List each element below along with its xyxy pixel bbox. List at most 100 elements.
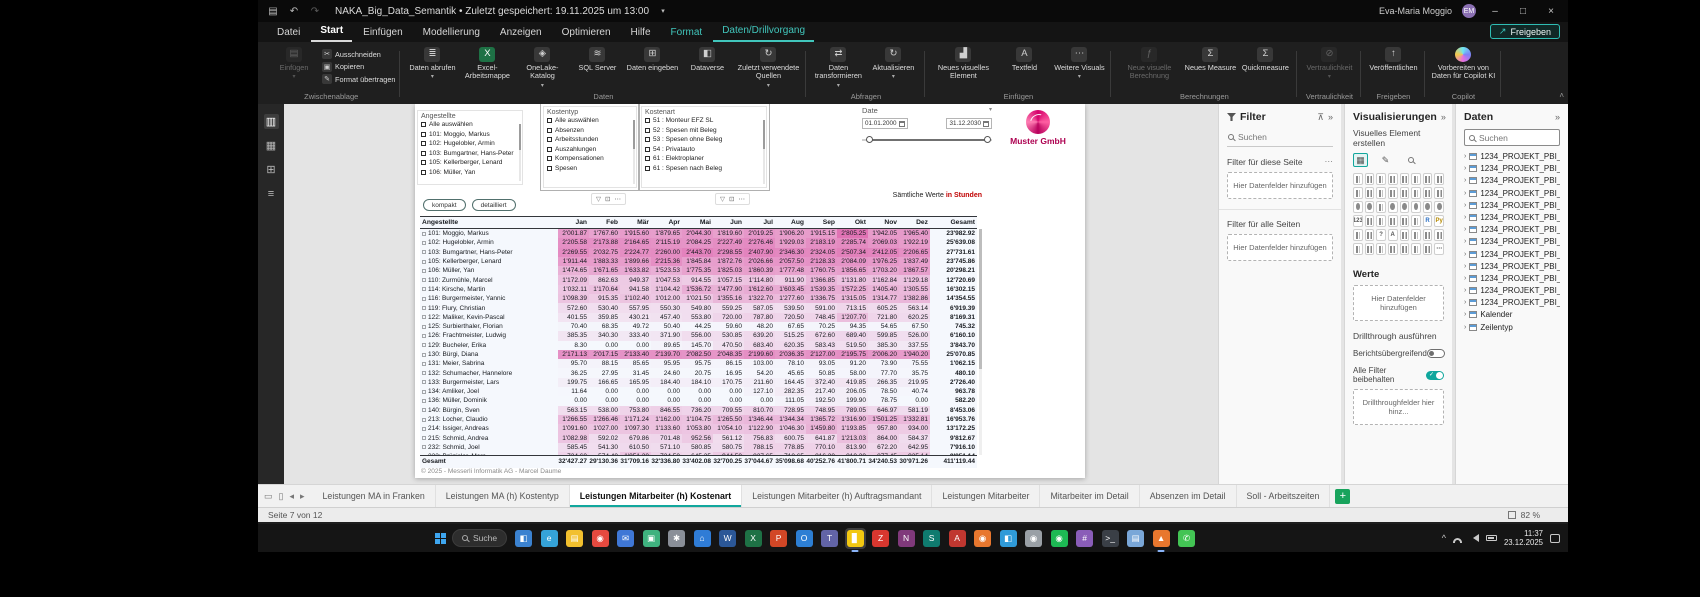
matrix-cell[interactable]: 813.90 [837,442,868,453]
matrix-cell[interactable]: 170.75 [713,377,744,388]
matrix-cell[interactable]: 95.95 [651,359,682,368]
wifi-icon[interactable] [1452,537,1462,543]
matrix-cell[interactable]: 1'057.15 [713,275,744,285]
matrix-column-header[interactable]: Nov [868,217,899,228]
matrix-cell[interactable]: 2'069.03 [868,238,899,248]
matrix-cell[interactable]: 2'001.87 [558,229,589,239]
report-view-icon[interactable]: ▥ [263,114,279,129]
table-list-item[interactable]: › 1234_PROJEKT_PBI_BL... [1464,189,1560,198]
line-chart-icon[interactable] [1422,173,1433,185]
matrix-cell[interactable]: 45.65 [775,368,806,377]
close-button[interactable]: × [1542,6,1560,17]
matrix-cell[interactable]: 1'027.00 [589,424,620,434]
expand-chevron-icon[interactable]: › [1464,275,1466,282]
tray-chevron-icon[interactable]: ^ [1442,533,1446,543]
matrix-cell[interactable]: 95.70 [558,359,589,368]
matrix-cell[interactable]: 2'726.40 [930,378,977,387]
checkbox-icon[interactable] [645,118,650,123]
matrix-cell[interactable]: 1'867.57 [899,266,930,276]
matrix-cell[interactable]: 810.30 [837,452,868,455]
matrix-row-label[interactable]: 102: Hugelobler, Armin [420,238,558,247]
matrix-cell[interactable]: 561.12 [713,433,744,443]
matrix-cell[interactable]: 1'603.45 [775,284,806,295]
100-stacked-bar-chart-icon[interactable] [1376,173,1386,185]
matrix-cell[interactable]: 1'633.82 [620,266,651,276]
matrix-cell[interactable]: 672.60 [806,331,837,341]
matrix-cell[interactable]: 553.80 [682,312,713,322]
matrix-column-header[interactable]: Apr [651,217,682,228]
expand-chevron-icon[interactable]: › [1464,165,1466,172]
matrix-cell[interactable]: 27'731.61 [930,248,977,257]
matrix-cell[interactable]: 572.60 [558,303,589,313]
checkbox-icon[interactable] [547,146,552,152]
row-expand-icon[interactable] [422,445,426,450]
row-expand-icon[interactable] [422,278,426,283]
matrix-cell[interactable]: 600.75 [775,433,806,443]
page-tab-leistungen-ma-in-franken[interactable]: Leistungen MA in Franken [313,485,436,507]
matrix-cell[interactable]: 584.37 [899,433,930,443]
table-list-item[interactable]: › Kalender [1464,310,1560,319]
matrix-cell[interactable]: 0.00 [682,396,713,405]
row-expand-icon[interactable] [422,380,426,385]
matrix-cell[interactable]: 1'316.90 [837,414,868,425]
slack-icon[interactable]: # [1074,528,1095,549]
matrix-row-label[interactable]: 101: Moggio, Markus [420,229,558,238]
checkbox-icon[interactable] [645,165,650,171]
matrix-cell[interactable]: 9'812.67 [930,434,977,443]
fit-to-page-icon[interactable] [1507,511,1516,519]
matrix-cell[interactable]: 192.50 [806,396,837,406]
expand-chevron-icon[interactable]: › [1464,299,1466,306]
matrix-cell[interactable]: 935.14 [899,452,930,455]
checkbox-icon[interactable] [547,156,552,162]
matrix-scrollbar[interactable] [979,229,982,455]
matrix-cell[interactable]: 93.05 [806,359,837,368]
matrix-cell[interactable]: 164.45 [775,377,806,388]
slicer-item[interactable]: Alle auswählen [421,121,519,128]
matrix-cell[interactable]: 49.72 [620,322,651,331]
matrix-cell[interactable]: 1'193.85 [837,424,868,434]
ribbon-tab-modellierung[interactable]: Modellierung [414,24,489,42]
matrix-cell[interactable]: 48.20 [744,322,775,331]
matrix-cell[interactable]: 0.00 [620,341,651,350]
page-tab-leistungen-mitarbeiter-h-auftragsmandant[interactable]: Leistungen Mitarbeiter (h) Auftragsmanda… [742,485,933,507]
matrix-cell[interactable]: 1'906.20 [775,229,806,239]
matrix-row-label[interactable]: 136: Müller, Dominik [420,396,558,405]
expand-chevron-icon[interactable]: › [1464,311,1466,318]
matrix-row-label[interactable]: 213: Locher, Claudio [420,415,558,424]
matrix-cell[interactable]: 2'115.19 [651,238,682,248]
matrix-cell[interactable]: 2'084.25 [682,238,713,248]
matrix-cell[interactable]: 2'139.70 [651,349,682,360]
matrix-cell[interactable]: 557.95 [620,303,651,313]
word-cloud-icon[interactable] [1387,243,1398,255]
matrix-cell[interactable]: 1'536.72 [682,284,713,295]
ribbon-tab-hilfe[interactable]: Hilfe [622,24,660,42]
table-list-item[interactable]: › 1234_PROJEKT_PBI_Ko... [1464,250,1560,259]
textfeld-button[interactable]: A Textfeld [997,44,1051,72]
matrix-cell[interactable]: 599.85 [868,331,899,341]
matrix-column-header[interactable]: Mär [620,217,651,228]
slicer-item[interactable]: 52 : Spesen mit Beleg [645,127,763,134]
matrix-cell[interactable]: 13'172.25 [930,424,977,433]
matrix-cell[interactable]: 605.25 [868,303,899,313]
matrix-cell[interactable]: 1'612.60 [744,284,775,295]
matrix-row-label[interactable]: 110: Zurmühle, Marcel [420,275,558,284]
checkbox-icon[interactable] [421,122,426,127]
ribbon-tab-start[interactable]: Start [311,22,353,42]
expand-chevron-icon[interactable]: › [1464,190,1466,197]
checkbox-icon[interactable] [547,118,552,123]
matrix-cell[interactable]: 2'227.49 [713,238,744,248]
matrix-cell[interactable]: 2'407.90 [744,247,775,257]
matrix-cell[interactable]: 620.25 [899,312,930,322]
mobile-layout-icon[interactable]: ▯ [279,491,284,502]
matrix-cell[interactable]: 0.00 [651,396,682,405]
matrix-cell[interactable]: 1'915.60 [620,229,651,239]
matrix-cell[interactable]: 1'344.34 [775,414,806,425]
matrix-column-header[interactable]: Jan [558,217,589,228]
zoom-level[interactable]: 82 % [1521,510,1540,520]
expand-chevron-icon[interactable]: › [1464,226,1466,233]
outlook-icon[interactable]: O [794,528,815,549]
matrix-cell[interactable]: 1'405.40 [868,284,899,295]
row-expand-icon[interactable] [422,250,426,255]
matrix-cell[interactable]: 266.35 [868,377,899,388]
matrix-cell[interactable]: 1'976.25 [868,256,899,267]
